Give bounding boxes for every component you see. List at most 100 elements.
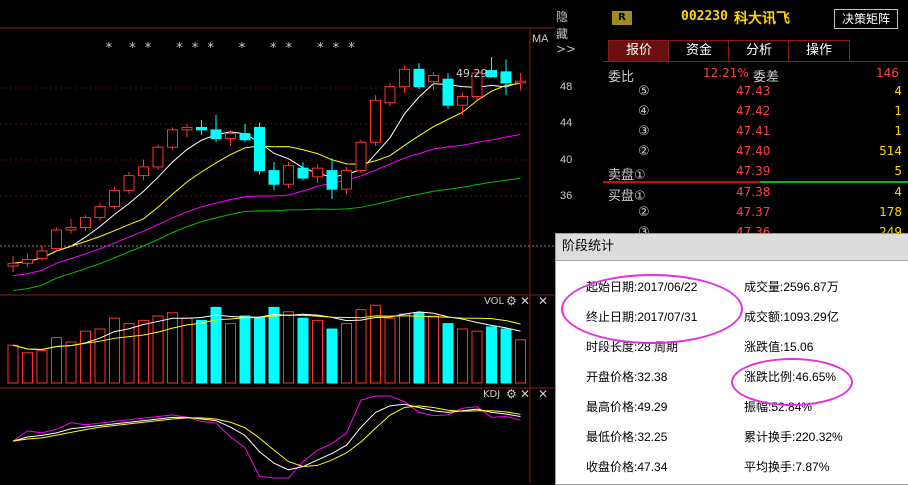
sell-volume: 1 xyxy=(894,124,902,138)
buy-row[interactable]: ② 47.37 178 xyxy=(603,202,908,222)
candle-body xyxy=(341,170,352,190)
candle-body xyxy=(457,96,468,106)
kdj-settings-icon[interactable]: ⚙ xyxy=(506,387,517,401)
volume-bar xyxy=(384,317,396,384)
volume-bar xyxy=(326,328,338,384)
stat-item: 最高价格:49.29 xyxy=(586,400,668,414)
volume-bar xyxy=(22,352,33,384)
candle-body xyxy=(65,226,77,231)
buy-level-label: ② xyxy=(638,205,650,220)
ma-label: MA xyxy=(532,33,549,45)
candle-body xyxy=(442,78,454,106)
candle-body xyxy=(413,68,425,88)
volume-bar xyxy=(283,311,294,384)
tab-analysis[interactable]: 分析 xyxy=(728,40,790,61)
volume-bar xyxy=(341,323,352,384)
sell-row[interactable]: 卖盘① 47.39 5 xyxy=(603,161,908,183)
y-tick-40: 40 xyxy=(560,154,573,166)
tab-quote[interactable]: 报价 xyxy=(608,40,670,61)
tab-underline xyxy=(603,61,908,62)
hide-panel-button[interactable]: 隐藏>> xyxy=(556,8,576,56)
dialog-body: 起始日期:2017/06/22 终止日期:2017/07/31 时段长度:28 周期… xyxy=(556,261,908,484)
volume-bar xyxy=(500,328,512,384)
volume-bar xyxy=(80,330,91,384)
tab-funds[interactable]: 资金 xyxy=(668,40,730,61)
high-price-label: 49.29 xyxy=(456,67,488,80)
volume-bar xyxy=(442,323,454,384)
y-tick-48: 48 xyxy=(560,81,573,93)
sell-volume: 5 xyxy=(894,164,902,178)
sell-level-label: ② xyxy=(638,144,650,159)
candle-body xyxy=(109,189,120,207)
candle-body xyxy=(167,129,178,148)
r-badge: R xyxy=(612,11,632,25)
buy-price: 47.38 xyxy=(736,185,771,199)
sell-level-label: ③ xyxy=(638,124,650,139)
stat-item: 收盘价格:47.34 xyxy=(586,460,668,474)
candle-body xyxy=(370,99,381,143)
volume-bar xyxy=(254,317,265,384)
volume-bar xyxy=(181,317,193,384)
volume-bar xyxy=(138,319,149,384)
volume-bar xyxy=(51,337,62,384)
tab-operation[interactable]: 操作 xyxy=(788,40,850,61)
kdj-close-icon[interactable]: ✕ xyxy=(520,387,530,401)
candle-body xyxy=(225,133,236,140)
candle-body xyxy=(239,133,251,141)
vol-label: VOL xyxy=(484,296,505,307)
kdj-label: KDJ xyxy=(483,389,501,400)
candle-body xyxy=(283,165,294,185)
ma20-line xyxy=(12,133,521,277)
volume-bar xyxy=(239,315,251,384)
vol-x-icon[interactable]: ✕ xyxy=(538,294,548,308)
price-chart-area[interactable]: 隐藏>> MA 48 44 40 36 * * * * * * * * * * … xyxy=(0,0,576,483)
vol-close-icon[interactable]: ✕ xyxy=(520,294,530,308)
date-highlight-circle xyxy=(561,274,743,344)
kdj-k-line xyxy=(12,403,521,471)
candle-body xyxy=(312,167,323,178)
volume-bar xyxy=(370,304,381,384)
ratio-value: 12.21% xyxy=(703,66,749,80)
sell-volume: 514 xyxy=(879,144,902,158)
sell-row[interactable]: ② 47.40 514 xyxy=(603,141,908,161)
stat-item: 开盘价格:32.38 xyxy=(586,370,668,384)
kdj-x-icon[interactable]: ✕ xyxy=(538,387,548,401)
volume-bar xyxy=(225,323,236,384)
volume-bar xyxy=(152,315,164,384)
volume-bar xyxy=(471,330,483,384)
candle-body xyxy=(210,129,222,140)
sell-price: 47.41 xyxy=(736,124,771,138)
volume-bar xyxy=(297,317,309,384)
sell-row[interactable]: ④ 47.42 1 xyxy=(603,101,908,121)
stock-code: 002230 xyxy=(681,9,728,24)
diff-value: 146 xyxy=(876,66,899,80)
candle-body xyxy=(297,167,309,179)
candle-body xyxy=(500,71,512,84)
sell-row[interactable]: ⑤ 47.43 4 xyxy=(603,81,908,101)
candle-body xyxy=(94,205,106,219)
candle-body xyxy=(51,229,62,249)
buy-volume: 178 xyxy=(879,205,902,219)
stat-item: 成交额:1093.29亿 xyxy=(744,310,839,324)
candle-body xyxy=(7,262,19,267)
stock-name: 科大讯飞 xyxy=(734,11,790,27)
sell-level-label: ④ xyxy=(638,104,650,119)
sell-volume: 4 xyxy=(894,84,902,98)
volume-bar xyxy=(123,323,135,384)
y-tick-36: 36 xyxy=(560,190,573,202)
sell-price: 47.43 xyxy=(736,84,771,98)
sell-volume: 1 xyxy=(894,104,902,118)
buy-price: 47.37 xyxy=(736,205,771,219)
vol-settings-icon[interactable]: ⚙ xyxy=(506,294,517,308)
volume-bar xyxy=(457,328,468,384)
candle-body xyxy=(22,259,33,264)
candle-body xyxy=(515,80,526,84)
sell-price: 47.40 xyxy=(736,144,771,158)
candle-body xyxy=(268,170,280,185)
decision-matrix-button[interactable]: 决策矩阵 xyxy=(834,9,898,29)
buy-row[interactable]: 买盘① 47.38 4 xyxy=(603,182,908,204)
sell-row[interactable]: ③ 47.41 1 xyxy=(603,121,908,141)
candle-body xyxy=(123,175,135,191)
candle-body xyxy=(138,166,149,177)
sell-level-label: ⑤ xyxy=(638,84,650,99)
